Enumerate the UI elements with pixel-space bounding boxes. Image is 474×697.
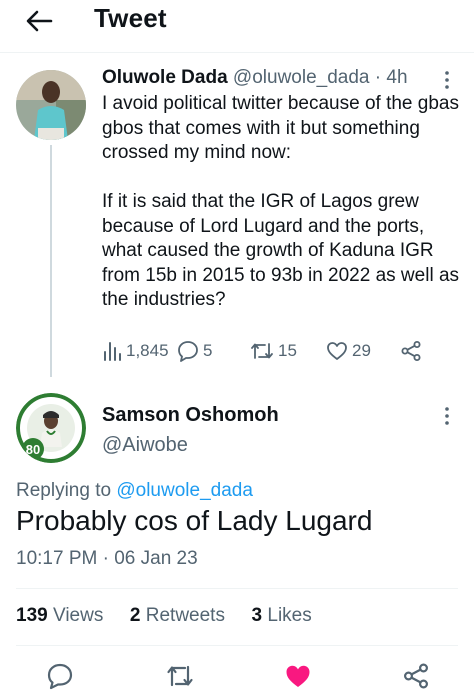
share-icon bbox=[401, 341, 421, 361]
retweets-stat[interactable]: 2 Retweets bbox=[130, 605, 225, 626]
avatar-photo bbox=[16, 70, 86, 140]
retweet-icon[interactable] bbox=[166, 662, 194, 690]
like-action[interactable]: 29 bbox=[326, 340, 371, 362]
tweet-text: I avoid political twitter because of the… bbox=[102, 92, 462, 337]
heart-icon bbox=[327, 342, 347, 360]
likes-stat-count: 3 bbox=[251, 605, 263, 626]
more-vertical-icon[interactable] bbox=[440, 68, 454, 92]
thread-connector bbox=[50, 145, 52, 377]
views-stat[interactable]: 139 Views bbox=[16, 605, 103, 626]
share-icon[interactable] bbox=[402, 662, 430, 690]
like-count: 29 bbox=[352, 341, 371, 360]
likes-stat[interactable]: 3 Likes bbox=[252, 605, 312, 626]
views-action[interactable]: 1,845 bbox=[102, 340, 169, 362]
replying-to-handle[interactable]: @oluwole_dada bbox=[116, 480, 253, 501]
avatar[interactable]: 80 bbox=[16, 393, 86, 463]
page-title: Tweet bbox=[94, 3, 167, 33]
retweet-icon bbox=[251, 343, 273, 359]
retweets-stat-count: 2 bbox=[129, 605, 141, 626]
avatar[interactable] bbox=[16, 70, 86, 140]
engagement-stats: 139 Views 2 Retweets 3 Likes bbox=[16, 605, 312, 627]
share-action[interactable] bbox=[400, 340, 422, 362]
tweet-text: Probably cos of Lady Lugard bbox=[16, 505, 373, 536]
heart-icon[interactable] bbox=[284, 662, 312, 690]
replying-to-label: Replying to bbox=[16, 480, 112, 501]
reply-icon bbox=[178, 341, 198, 362]
retweet-action[interactable]: 15 bbox=[250, 340, 297, 362]
avatar-badge-number: 80 bbox=[26, 442, 40, 457]
avatar-campaign-badge: 80 bbox=[16, 393, 86, 463]
more-vertical-icon[interactable] bbox=[440, 404, 454, 428]
tweet-author-line: Oluwole Dada @oluwole_dada · 4h bbox=[102, 67, 408, 89]
reply-count: 5 bbox=[203, 341, 213, 360]
header-divider bbox=[0, 52, 474, 53]
author-handle[interactable]: @oluwole_dada bbox=[233, 67, 370, 88]
tweet-actions: 1,845 5 15 29 bbox=[102, 340, 432, 366]
back-arrow-icon[interactable] bbox=[24, 6, 54, 36]
retweet-count: 15 bbox=[278, 341, 297, 360]
analytics-icon bbox=[104, 342, 121, 361]
views-stat-count: 139 bbox=[16, 605, 48, 626]
divider bbox=[16, 645, 458, 646]
retweets-stat-label: Retweets bbox=[145, 605, 225, 626]
author-handle[interactable]: @Aiwobe bbox=[102, 434, 188, 457]
tweet-timestamp[interactable]: 10:17 PM · 06 Jan 23 bbox=[16, 548, 198, 570]
tweet-paragraph: If it is said that the IGR of Lagos grew… bbox=[102, 191, 460, 310]
author-name[interactable]: Samson Oshomoh bbox=[102, 404, 279, 427]
reply-icon[interactable] bbox=[46, 662, 74, 690]
author-name[interactable]: Oluwole Dada bbox=[102, 67, 228, 88]
tweet-action-bar bbox=[0, 662, 474, 692]
likes-stat-label: Likes bbox=[267, 605, 312, 626]
tweet-time[interactable]: 4h bbox=[386, 67, 407, 88]
views-stat-label: Views bbox=[52, 605, 104, 626]
replying-to: Replying to @oluwole_dada bbox=[16, 480, 253, 502]
divider bbox=[16, 588, 458, 589]
reply-action[interactable]: 5 bbox=[177, 340, 212, 362]
top-bar: Tweet bbox=[0, 0, 474, 46]
views-count: 1,845 bbox=[126, 341, 169, 360]
tweet-paragraph: I avoid political twitter because of the… bbox=[102, 93, 459, 163]
meta-separator: · bbox=[374, 67, 382, 88]
